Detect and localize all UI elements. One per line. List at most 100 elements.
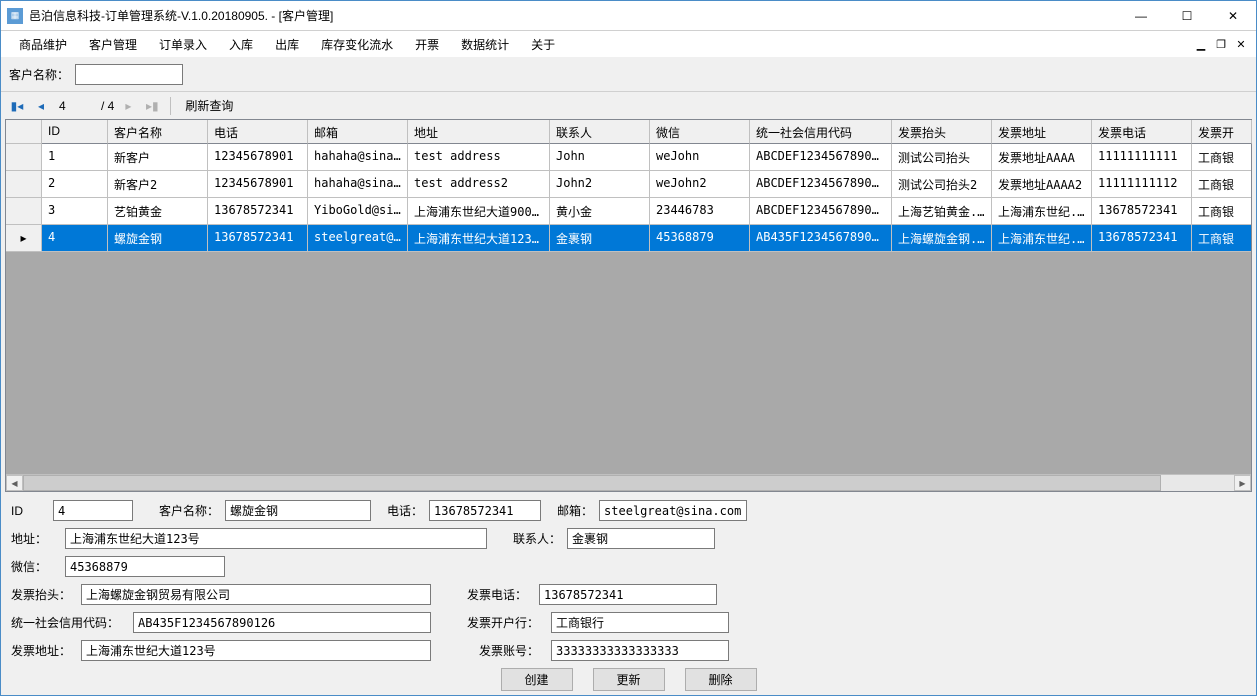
row-marker-header[interactable]: [6, 120, 42, 144]
row-marker[interactable]: [6, 144, 42, 171]
credit-field[interactable]: [133, 612, 431, 633]
col-addr[interactable]: 地址: [408, 120, 550, 144]
create-button[interactable]: 创建: [501, 668, 573, 691]
menu-invoice[interactable]: 开票: [405, 33, 449, 56]
table-cell[interactable]: 23446783: [650, 198, 750, 225]
scroll-left-button[interactable]: ◀: [6, 475, 23, 491]
col-tel[interactable]: 电话: [208, 120, 308, 144]
table-cell[interactable]: 13678572341: [1092, 225, 1192, 252]
scroll-track[interactable]: [23, 475, 1234, 491]
nav-prev-button[interactable]: ◂: [31, 96, 51, 116]
table-cell[interactable]: 11111111111: [1092, 144, 1192, 171]
col-invaddr[interactable]: 发票地址: [992, 120, 1092, 144]
bank-field[interactable]: [551, 612, 729, 633]
table-cell[interactable]: hahaha@sina.com: [308, 171, 408, 198]
col-email[interactable]: 邮箱: [308, 120, 408, 144]
invhead-field[interactable]: [81, 584, 431, 605]
table-cell[interactable]: 3: [42, 198, 108, 225]
acct-field[interactable]: [551, 640, 729, 661]
table-cell[interactable]: weJohn: [650, 144, 750, 171]
update-button[interactable]: 更新: [593, 668, 665, 691]
table-cell[interactable]: 发票地址AAAA: [992, 144, 1092, 171]
table-cell[interactable]: 金裹钢: [550, 225, 650, 252]
invtel-field[interactable]: [539, 584, 717, 605]
addr-field[interactable]: [65, 528, 487, 549]
menu-product[interactable]: 商品维护: [9, 33, 77, 56]
titlebar[interactable]: ▦ 邑泊信息科技-订单管理系统-V.1.0.20180905. - [客户管理]…: [1, 1, 1256, 31]
wechat-field[interactable]: [65, 556, 225, 577]
nav-first-button[interactable]: ▮◂: [7, 96, 27, 116]
table-cell[interactable]: 测试公司抬头: [892, 144, 992, 171]
table-cell[interactable]: 工商银: [1192, 144, 1251, 171]
table-cell[interactable]: 4: [42, 225, 108, 252]
menu-about[interactable]: 关于: [521, 33, 565, 56]
mdi-close-button[interactable]: ✕: [1232, 36, 1250, 52]
menu-order[interactable]: 订单录入: [149, 33, 217, 56]
nav-last-button[interactable]: ▸▮: [142, 96, 162, 116]
table-cell[interactable]: 1: [42, 144, 108, 171]
col-name[interactable]: 客户名称: [108, 120, 208, 144]
invaddr-field[interactable]: [81, 640, 431, 661]
table-cell[interactable]: John2: [550, 171, 650, 198]
table-cell[interactable]: 13678572341: [1092, 198, 1192, 225]
table-cell[interactable]: 上海浦东世纪大道123号: [408, 225, 550, 252]
menu-stockout[interactable]: 出库: [265, 33, 309, 56]
table-cell[interactable]: 13678572341: [208, 225, 308, 252]
table-row[interactable]: 1新客户12345678901hahaha@sina.comtest addre…: [6, 144, 1251, 171]
mdi-restore-button[interactable]: ❐: [1212, 36, 1230, 52]
horizontal-scrollbar[interactable]: ◀ ▶: [6, 474, 1251, 491]
table-cell[interactable]: 上海浦东世纪...: [992, 225, 1092, 252]
table-cell[interactable]: 12345678901: [208, 144, 308, 171]
col-id[interactable]: ID: [42, 120, 108, 144]
table-cell[interactable]: 2: [42, 171, 108, 198]
close-button[interactable]: ✕: [1210, 1, 1256, 30]
menu-customer[interactable]: 客户管理: [79, 33, 147, 56]
table-cell[interactable]: 11111111112: [1092, 171, 1192, 198]
table-cell[interactable]: 新客户2: [108, 171, 208, 198]
table-cell[interactable]: steelgreat@s...: [308, 225, 408, 252]
table-cell[interactable]: ABCDEF1234567890111: [750, 144, 892, 171]
table-cell[interactable]: 黄小金: [550, 198, 650, 225]
table-row[interactable]: 2新客户212345678901hahaha@sina.comtest addr…: [6, 171, 1251, 198]
row-marker[interactable]: ▸: [6, 225, 42, 252]
name-field[interactable]: [225, 500, 371, 521]
table-cell[interactable]: 工商银: [1192, 171, 1251, 198]
email-field[interactable]: [599, 500, 747, 521]
table-cell[interactable]: 上海螺旋金钢...: [892, 225, 992, 252]
table-cell[interactable]: test address2: [408, 171, 550, 198]
nav-next-button[interactable]: ▸: [118, 96, 138, 116]
table-cell[interactable]: John: [550, 144, 650, 171]
id-field[interactable]: [53, 500, 133, 521]
table-cell[interactable]: 上海浦东世纪大道900号: [408, 198, 550, 225]
menu-stockflow[interactable]: 库存变化流水: [311, 33, 403, 56]
col-bank[interactable]: 发票开: [1192, 120, 1252, 144]
table-row[interactable]: ▸4螺旋金钢13678572341steelgreat@s...上海浦东世纪大道…: [6, 225, 1251, 252]
tel-field[interactable]: [429, 500, 541, 521]
nav-page-input[interactable]: [55, 97, 97, 115]
contact-field[interactable]: [567, 528, 715, 549]
data-grid[interactable]: ID 客户名称 电话 邮箱 地址 联系人 微信 统一社会信用代码 发票抬头 发票…: [5, 119, 1252, 492]
col-credit[interactable]: 统一社会信用代码: [750, 120, 892, 144]
col-contact[interactable]: 联系人: [550, 120, 650, 144]
table-cell[interactable]: 45368879: [650, 225, 750, 252]
delete-button[interactable]: 删除: [685, 668, 757, 691]
table-cell[interactable]: AB435F1234567890126: [750, 225, 892, 252]
table-cell[interactable]: 新客户: [108, 144, 208, 171]
table-cell[interactable]: 工商银: [1192, 225, 1251, 252]
table-cell[interactable]: weJohn2: [650, 171, 750, 198]
table-cell[interactable]: 工商银: [1192, 198, 1251, 225]
table-cell[interactable]: 发票地址AAAA2: [992, 171, 1092, 198]
minimize-button[interactable]: —: [1118, 1, 1164, 30]
menu-stockin[interactable]: 入库: [219, 33, 263, 56]
col-invtel[interactable]: 发票电话: [1092, 120, 1192, 144]
table-cell[interactable]: 上海浦东世纪...: [992, 198, 1092, 225]
table-cell[interactable]: hahaha@sina.com: [308, 144, 408, 171]
table-cell[interactable]: test address: [408, 144, 550, 171]
mdi-minimize-button[interactable]: ▁: [1192, 36, 1210, 52]
menu-stats[interactable]: 数据统计: [451, 33, 519, 56]
table-row[interactable]: 3艺铂黄金13678572341YiboGold@sin...上海浦东世纪大道9…: [6, 198, 1251, 225]
scroll-thumb[interactable]: [23, 475, 1161, 491]
table-cell[interactable]: ABCDEF1234567890112: [750, 171, 892, 198]
row-marker[interactable]: [6, 198, 42, 225]
table-cell[interactable]: 上海艺铂黄金...: [892, 198, 992, 225]
